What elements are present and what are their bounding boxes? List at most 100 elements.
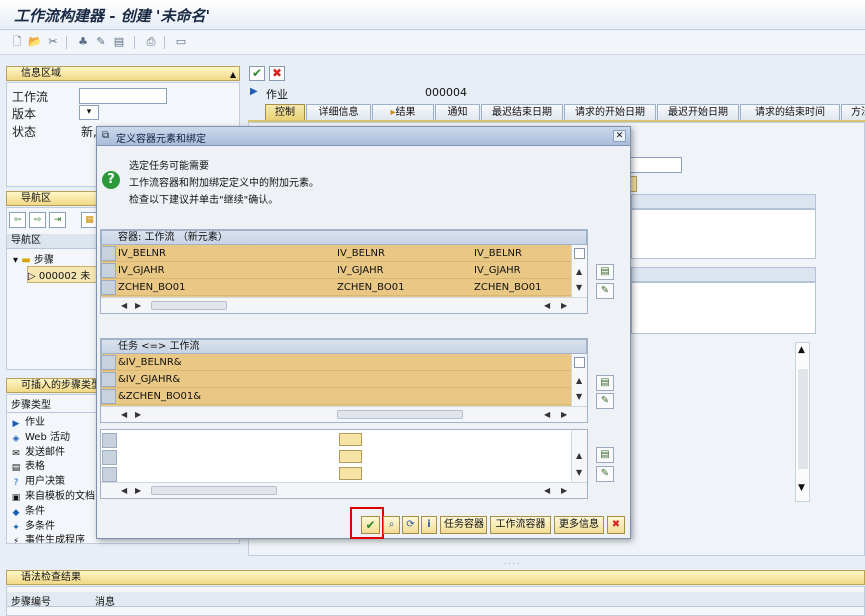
grid3-hscroll[interactable]: ◀ ▶ ◀ ▶ <box>101 482 587 498</box>
info-area-header[interactable]: 信息区域 ▲ <box>6 66 240 81</box>
scroll-right-icon[interactable]: ▶ <box>561 409 567 421</box>
more-info-button[interactable]: 更多信息 <box>554 516 604 534</box>
table-row[interactable]: IV_GJAHR IV_GJAHR IV_GJAHR <box>101 262 571 279</box>
tools-icon[interactable]: ✂ <box>46 35 60 49</box>
tab-method[interactable]: 方法 <box>841 104 865 121</box>
step-type-user-decision[interactable]: ? 用户决策 <box>11 475 95 490</box>
step-type-form[interactable]: ▤ 表格 <box>11 460 95 475</box>
scroll-right-icon[interactable]: ▶ <box>135 300 141 312</box>
table-row[interactable]: &IV_BELNR& <box>101 354 571 371</box>
scroll-down-icon[interactable]: ▼ <box>576 467 582 479</box>
cancel-icon[interactable]: ✖ <box>269 66 285 81</box>
grid1-insert-icon[interactable]: ▤ <box>596 264 614 280</box>
continue-check-icon[interactable]: ✔ <box>361 516 380 534</box>
step-type-condition[interactable]: ◆ 条件 <box>11 505 95 520</box>
scroll-right-icon[interactable]: ▶ <box>135 409 141 421</box>
row-selector[interactable] <box>101 263 116 278</box>
scroll-left-icon[interactable]: ◀ <box>544 300 550 312</box>
row-selector[interactable] <box>101 389 116 404</box>
scroll-right-icon[interactable]: ▶ <box>561 485 567 497</box>
row-selector[interactable] <box>101 246 116 261</box>
grid2-vscroll[interactable]: ▲ ▼ <box>571 354 587 406</box>
info-icon[interactable]: i <box>421 516 437 534</box>
scroll-up-icon[interactable]: ▲ <box>576 375 582 387</box>
tab-details[interactable]: 详细信息 <box>306 104 371 121</box>
scroll-left-icon[interactable]: ◀ <box>544 485 550 497</box>
table-row[interactable]: &IV_GJAHR& <box>101 371 571 388</box>
scroll-down-icon[interactable]: ▼ <box>576 391 582 403</box>
scroll-thumb[interactable] <box>798 369 808 469</box>
scroll-right-icon[interactable]: ▶ <box>135 485 141 497</box>
row-selector[interactable] <box>101 355 116 370</box>
workflow-input[interactable] <box>79 88 167 104</box>
scroll-left-icon[interactable]: ◀ <box>121 300 127 312</box>
row-selector[interactable] <box>102 450 117 465</box>
row-selector[interactable] <box>101 372 116 387</box>
scroll-right-icon[interactable]: ▶ <box>561 300 567 312</box>
value-cell[interactable] <box>339 433 362 446</box>
tab-control[interactable]: 控制 <box>265 104 305 121</box>
new-document-icon[interactable]: 🗋 <box>10 35 24 49</box>
scroll-up-icon[interactable]: ▲ <box>576 266 582 278</box>
forward-icon[interactable]: ⇨ <box>29 212 46 228</box>
splitter-handle[interactable]: · · · · <box>504 560 534 568</box>
version-dropdown[interactable]: ▾ <box>79 105 99 120</box>
step-type-template-document[interactable]: ▣ 来自模板的文档 <box>11 490 95 505</box>
select-all-checkbox[interactable] <box>574 357 585 368</box>
refresh-icon[interactable]: ⟳ <box>402 516 419 534</box>
document-icon[interactable]: ▤ <box>112 35 126 49</box>
edit-icon[interactable]: ✎ <box>94 35 108 49</box>
open-icon[interactable]: 📂 <box>28 35 42 49</box>
tree-node-item[interactable]: ▷ 000002 未 <box>27 266 103 283</box>
scroll-left-icon[interactable]: ◀ <box>121 409 127 421</box>
print-icon[interactable]: ⎙ <box>144 35 158 49</box>
grid1-hscroll[interactable]: ◀ ▶ ◀ ▶ <box>101 297 587 313</box>
value-cell[interactable] <box>339 467 362 480</box>
scroll-up-icon[interactable]: ▲ <box>798 345 805 355</box>
table-row[interactable]: IV_BELNR IV_BELNR IV_BELNR <box>101 245 571 262</box>
grid3-vscroll[interactable]: ▲ ▼ <box>571 430 587 482</box>
syntax-check-header[interactable]: 语法检查结果 <box>6 570 865 585</box>
hscroll-thumb[interactable] <box>151 486 277 495</box>
workflow-container-button[interactable]: 工作流容器 <box>490 516 551 534</box>
step-type-multi-condition[interactable]: ✦ 多条件 <box>11 520 95 535</box>
step-type-web-activity[interactable]: ◈ Web 活动 <box>11 431 95 446</box>
scroll-down-icon[interactable]: ▼ <box>576 282 582 294</box>
grid2-edit-icon[interactable]: ✎ <box>596 393 614 409</box>
grid1-edit-icon[interactable]: ✎ <box>596 283 614 299</box>
scroll-left-icon[interactable]: ◀ <box>121 485 127 497</box>
tab-notification[interactable]: 通知 <box>435 104 480 121</box>
close-icon[interactable]: ✕ <box>613 130 626 142</box>
hscroll-thumb[interactable] <box>337 410 463 419</box>
check-icon[interactable]: ♣ <box>76 35 90 49</box>
table-row[interactable]: ZCHEN_BO01 ZCHEN_BO01 ZCHEN_BO01 <box>101 279 571 296</box>
scroll-up-icon[interactable]: ▲ <box>576 450 582 462</box>
row-selector[interactable] <box>102 433 117 448</box>
grid3-insert-icon[interactable]: ▤ <box>596 447 614 463</box>
expand-icon[interactable]: ⇥ <box>49 212 66 228</box>
task-container-button[interactable]: 任务容器 <box>440 516 487 534</box>
confirm-icon[interactable]: ✔ <box>249 66 265 81</box>
select-all-checkbox[interactable] <box>574 248 585 259</box>
back-icon[interactable]: ⇦ <box>9 212 26 228</box>
hscroll-thumb[interactable] <box>151 301 227 310</box>
zoom-icon[interactable]: ⌕ <box>383 516 400 534</box>
tree-node-steps[interactable]: ▾ ▬ 步骤 <box>13 251 54 266</box>
step-type-send-mail[interactable]: ✉ 发送邮件 <box>11 446 95 461</box>
background-vscroll[interactable]: ▲ ▼ <box>795 342 810 502</box>
tab-latest-end-date[interactable]: 最迟结束日期 <box>481 104 563 121</box>
row-selector[interactable] <box>101 280 116 295</box>
table-row[interactable]: &ZCHEN_BO01& <box>101 388 571 405</box>
step-type-activity[interactable]: ▶ 作业 <box>11 416 95 431</box>
value-cell[interactable] <box>339 450 362 463</box>
grid1-vscroll[interactable]: ▲ ▼ <box>571 245 587 297</box>
step-type-event-creator[interactable]: ⚡ 事件生成程序 <box>11 534 95 543</box>
row-selector[interactable] <box>102 467 117 482</box>
grid3-edit-icon[interactable]: ✎ <box>596 466 614 482</box>
scroll-left-icon[interactable]: ◀ <box>544 409 550 421</box>
cancel-icon[interactable]: ✖ <box>607 516 625 534</box>
tab-requested-end-time[interactable]: 请求的结束时间 <box>740 104 840 121</box>
tab-result[interactable]: ▸结果 <box>372 104 434 121</box>
grid2-hscroll[interactable]: ◀ ▶ ◀ ▶ <box>101 406 587 422</box>
layout-icon[interactable]: ▭ <box>174 35 188 49</box>
